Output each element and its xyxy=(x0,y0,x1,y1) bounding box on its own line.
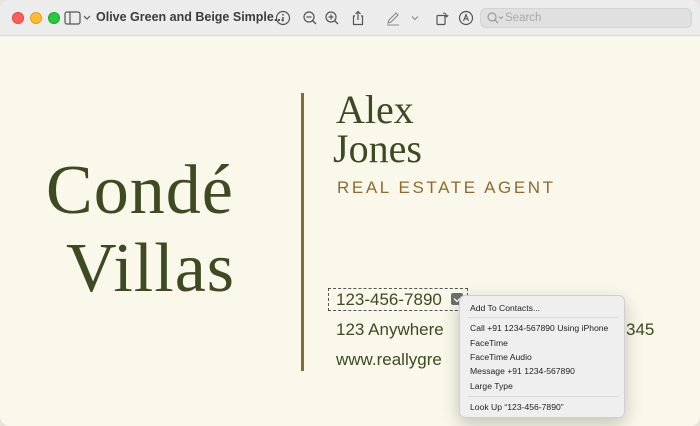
phone-number-detected[interactable]: 123-456-7890 xyxy=(328,288,468,311)
pen-icon xyxy=(387,12,399,26)
rotate-button[interactable] xyxy=(432,8,452,28)
rotate-icon xyxy=(436,12,449,26)
menu-item-facetime-audio[interactable]: FaceTime Audio xyxy=(470,352,532,362)
menu-item-call-iphone[interactable]: Call +91 1234-567890 Using iPhone xyxy=(470,323,608,333)
sidebar-toggle-button[interactable] xyxy=(64,8,92,28)
menu-separator xyxy=(468,396,618,397)
address-text: 123 Anywhere xyxy=(336,320,444,339)
menu-item-facetime[interactable]: FaceTime xyxy=(470,338,508,348)
menu-separator xyxy=(468,317,618,318)
close-window-button[interactable] xyxy=(12,12,24,24)
share-button[interactable] xyxy=(348,8,368,28)
context-menu: Add To Contacts... Call +91 1234-567890 … xyxy=(459,295,625,418)
markup-button[interactable] xyxy=(383,8,403,28)
divider-line xyxy=(301,93,304,371)
chevron-down-icon xyxy=(411,16,419,21)
share-icon xyxy=(352,10,364,26)
toolbar: Olive Green and Beige Simple... Search xyxy=(0,0,700,36)
zoom-in-icon xyxy=(325,11,339,25)
window-title: Olive Green and Beige Simple... xyxy=(96,10,285,24)
agent-last-name: Jones xyxy=(333,126,422,171)
menu-item-add-to-contacts[interactable]: Add To Contacts... xyxy=(470,303,540,313)
sidebar-icon xyxy=(64,11,91,25)
info-icon xyxy=(275,10,291,26)
menu-item-look-up[interactable]: Look Up “123-456-7890” xyxy=(470,402,564,412)
minimize-window-button[interactable] xyxy=(30,12,42,24)
zoom-out-icon xyxy=(303,11,317,25)
website-text: www.reallygre xyxy=(336,350,442,369)
address-text-tail: 345 xyxy=(626,320,655,339)
zoom-out-button[interactable] xyxy=(300,8,320,28)
menu-item-message[interactable]: Message +91 1234-567890 xyxy=(470,366,575,376)
brand-name-line1: Condé xyxy=(46,152,234,229)
brand-name-line2: Villas xyxy=(66,230,236,307)
fullscreen-window-button[interactable] xyxy=(48,12,60,24)
phone-number: 123-456-7890 xyxy=(336,290,442,309)
zoom-in-button[interactable] xyxy=(322,8,342,28)
preview-window: Olive Green and Beige Simple... Search C… xyxy=(0,0,700,426)
search-icon xyxy=(487,12,504,24)
menu-item-large-type[interactable]: Large Type xyxy=(470,381,513,391)
search-placeholder: Search xyxy=(505,12,542,24)
markup-menu-button[interactable] xyxy=(408,8,422,28)
info-button[interactable] xyxy=(273,8,293,28)
agent-role: REAL ESTATE AGENT xyxy=(337,178,556,197)
agent-first-name: Alex xyxy=(336,87,414,132)
search-field[interactable]: Search xyxy=(480,8,692,28)
markup-icon xyxy=(458,10,474,26)
annotate-button[interactable] xyxy=(456,8,476,28)
